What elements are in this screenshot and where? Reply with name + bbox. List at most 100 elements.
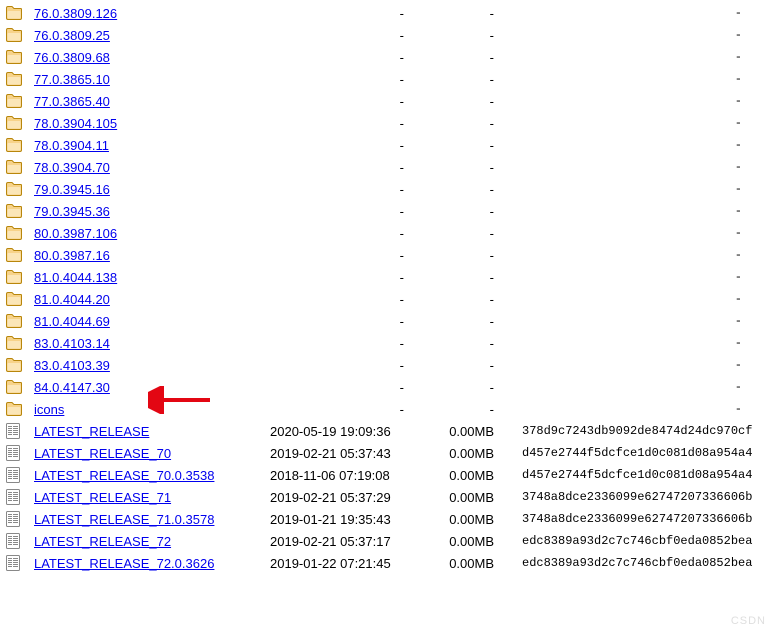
folder-link[interactable]: 80.0.3987.16: [34, 248, 110, 263]
folder-hash: -: [504, 292, 772, 306]
folder-row: 83.0.4103.14---: [0, 332, 772, 354]
folder-date: -: [270, 292, 424, 307]
file-date: 2019-01-22 07:21:45: [270, 556, 424, 571]
folder-hash: -: [504, 72, 772, 86]
folder-date: -: [270, 94, 424, 109]
file-hash: 378d9c7243db9092de8474d24dc970cf: [504, 424, 772, 438]
folder-hash: -: [504, 270, 772, 284]
folder-icon: [6, 138, 34, 152]
folder-date: -: [270, 50, 424, 65]
folder-row: 78.0.3904.105---: [0, 112, 772, 134]
folder-size: -: [424, 50, 504, 65]
folder-size: -: [424, 248, 504, 263]
watermark: CSDN: [731, 615, 766, 627]
file-hash: edc8389a93d2c7c746cbf0eda0852bea: [504, 534, 772, 548]
folder-link[interactable]: 81.0.4044.138: [34, 270, 117, 285]
folder-link[interactable]: 84.0.4147.30: [34, 380, 110, 395]
file-date: 2020-05-19 19:09:36: [270, 424, 424, 439]
file-size: 0.00MB: [424, 512, 504, 527]
folder-icon: [6, 358, 34, 372]
folder-date: -: [270, 72, 424, 87]
folder-link[interactable]: 77.0.3865.10: [34, 72, 110, 87]
folder-size: -: [424, 314, 504, 329]
directory-listing: 76.0.3809.126---76.0.3809.25---76.0.3809…: [0, 2, 772, 574]
folder-row: 80.0.3987.106---: [0, 222, 772, 244]
folder-link[interactable]: 83.0.4103.14: [34, 336, 110, 351]
folder-link[interactable]: 79.0.3945.16: [34, 182, 110, 197]
folder-date: -: [270, 204, 424, 219]
folder-size: -: [424, 6, 504, 21]
file-hash: 3748a8dce2336099e62747207336606b: [504, 512, 772, 526]
file-date: 2019-02-21 05:37:17: [270, 534, 424, 549]
file-link[interactable]: LATEST_RELEASE: [34, 424, 149, 439]
file-row: LATEST_RELEASE_722019-02-21 05:37:170.00…: [0, 530, 772, 552]
folder-icon: [6, 204, 34, 218]
file-icon: [6, 511, 34, 527]
file-link[interactable]: LATEST_RELEASE_71.0.3578: [34, 512, 214, 527]
file-link[interactable]: LATEST_RELEASE_71: [34, 490, 171, 505]
folder-icon: [6, 182, 34, 196]
folder-date: -: [270, 402, 424, 417]
folder-size: -: [424, 270, 504, 285]
file-row: LATEST_RELEASE_70.0.35382018-11-06 07:19…: [0, 464, 772, 486]
folder-icon: [6, 116, 34, 130]
file-link[interactable]: LATEST_RELEASE_70: [34, 446, 171, 461]
folder-row: 84.0.4147.30---: [0, 376, 772, 398]
folder-row: 81.0.4044.69---: [0, 310, 772, 332]
folder-size: -: [424, 138, 504, 153]
folder-row: 79.0.3945.16---: [0, 178, 772, 200]
folder-link[interactable]: 78.0.3904.11: [34, 138, 109, 153]
file-size: 0.00MB: [424, 446, 504, 461]
folder-icon: [6, 28, 34, 42]
file-row: LATEST_RELEASE_702019-02-21 05:37:430.00…: [0, 442, 772, 464]
file-link[interactable]: LATEST_RELEASE_70.0.3538: [34, 468, 214, 483]
file-row: LATEST_RELEASE2020-05-19 19:09:360.00MB3…: [0, 420, 772, 442]
folder-link[interactable]: 83.0.4103.39: [34, 358, 110, 373]
folder-size: -: [424, 358, 504, 373]
folder-link[interactable]: 81.0.4044.69: [34, 314, 110, 329]
folder-date: -: [270, 182, 424, 197]
folder-hash: -: [504, 358, 772, 372]
file-size: 0.00MB: [424, 468, 504, 483]
folder-link[interactable]: 76.0.3809.126: [34, 6, 117, 21]
folder-link[interactable]: 78.0.3904.70: [34, 160, 110, 175]
file-row: LATEST_RELEASE_72.0.3626 2019-01-22 07:21…: [0, 552, 772, 574]
folder-hash: -: [504, 94, 772, 108]
folder-icon: [6, 402, 34, 416]
folder-link[interactable]: 81.0.4044.20: [34, 292, 110, 307]
folder-icon: [6, 50, 34, 64]
folder-row: 76.0.3809.68---: [0, 46, 772, 68]
folder-icon: [6, 270, 34, 284]
file-link[interactable]: LATEST_RELEASE_72.0.3626: [34, 556, 214, 571]
folder-hash: -: [504, 6, 772, 20]
folder-date: -: [270, 358, 424, 373]
folder-date: -: [270, 248, 424, 263]
folder-hash: -: [504, 204, 772, 218]
folder-size: -: [424, 182, 504, 197]
folder-link[interactable]: 80.0.3987.106: [34, 226, 117, 241]
folder-date: -: [270, 314, 424, 329]
file-link[interactable]: LATEST_RELEASE_72: [34, 534, 171, 549]
file-hash: 3748a8dce2336099e62747207336606b: [504, 490, 772, 504]
folder-date: -: [270, 116, 424, 131]
folder-row: 76.0.3809.126---: [0, 2, 772, 24]
file-row: LATEST_RELEASE_712019-02-21 05:37:290.00…: [0, 486, 772, 508]
folder-link[interactable]: 77.0.3865.40: [34, 94, 110, 109]
file-icon: [6, 467, 34, 483]
folder-link[interactable]: icons: [34, 402, 64, 417]
folder-hash: -: [504, 314, 772, 328]
folder-link[interactable]: 76.0.3809.68: [34, 50, 110, 65]
folder-row: 78.0.3904.70---: [0, 156, 772, 178]
folder-size: -: [424, 72, 504, 87]
folder-size: -: [424, 380, 504, 395]
folder-hash: -: [504, 50, 772, 64]
folder-row: icons---: [0, 398, 772, 420]
folder-row: 81.0.4044.138---: [0, 266, 772, 288]
folder-link[interactable]: 78.0.3904.105: [34, 116, 117, 131]
folder-link[interactable]: 79.0.3945.36: [34, 204, 110, 219]
folder-link[interactable]: 76.0.3809.25: [34, 28, 110, 43]
file-icon: [6, 445, 34, 461]
folder-size: -: [424, 402, 504, 417]
folder-row: 77.0.3865.40---: [0, 90, 772, 112]
folder-row: 78.0.3904.11---: [0, 134, 772, 156]
